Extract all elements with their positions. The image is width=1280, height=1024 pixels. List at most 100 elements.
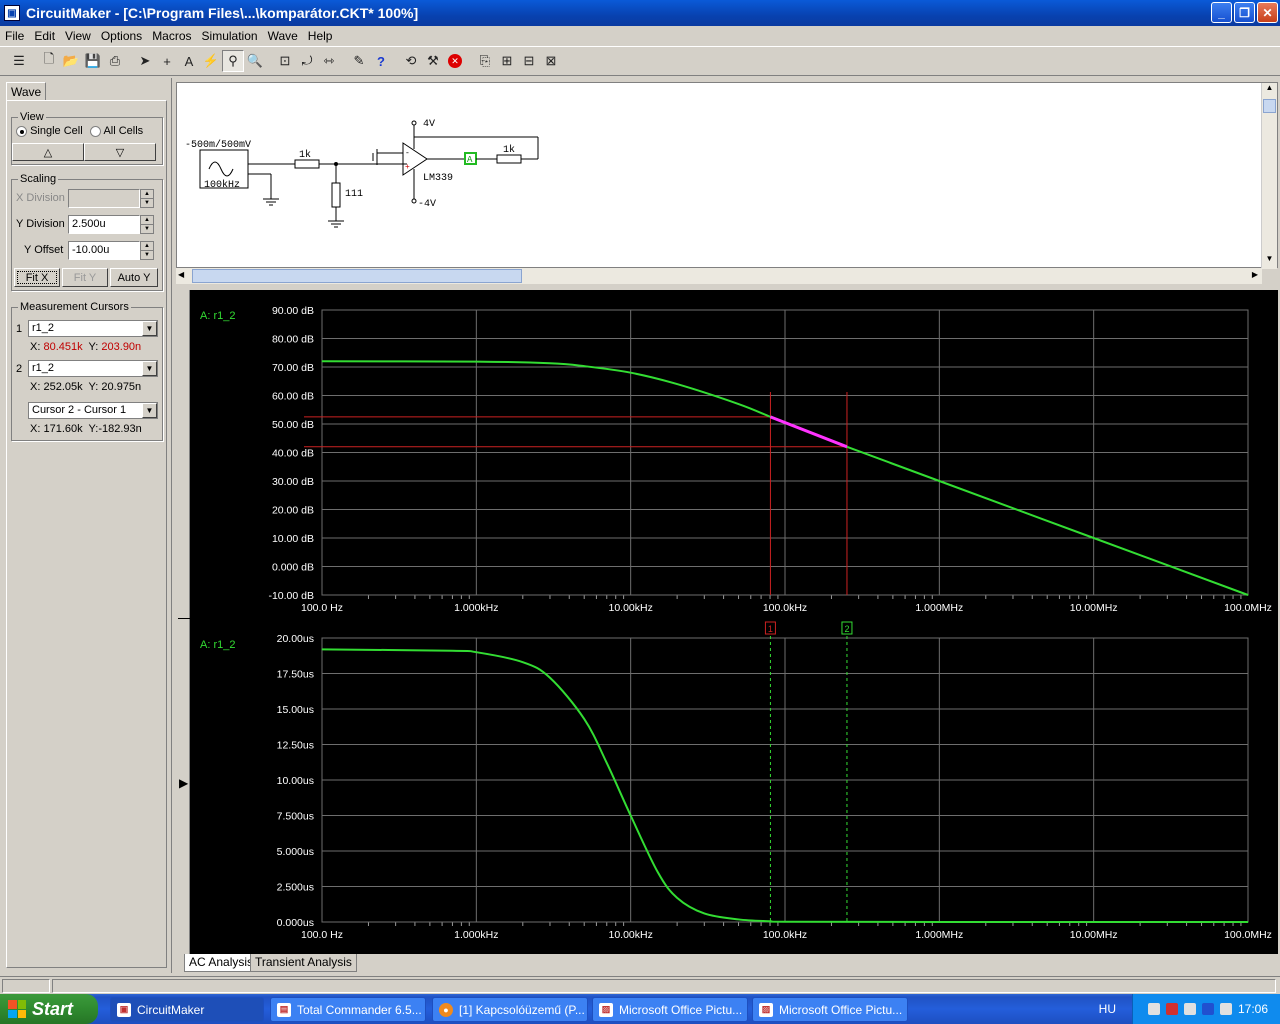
start-button[interactable]: Start: [0, 994, 98, 1024]
y-tick-label: 90.00 dB: [272, 305, 314, 317]
cursor2-y: 20.975n: [101, 381, 142, 393]
export-icon[interactable]: ⎘: [474, 50, 496, 72]
y-division-spinner[interactable]: ▲ ▼: [140, 215, 154, 234]
schematic-canvas[interactable]: -500m/500mV 100kHz 1k 111 - + 4V -4V LM33…: [176, 82, 1278, 269]
language-indicator[interactable]: HU: [1099, 1002, 1116, 1016]
menu-simulation[interactable]: Simulation: [197, 29, 263, 43]
open-folder-icon[interactable]: 📂: [60, 50, 82, 72]
stop-icon[interactable]: ✕: [444, 50, 466, 72]
network-icon[interactable]: [1147, 1003, 1160, 1015]
task-picture-manager-2[interactable]: ▨ Microsoft Office Pictu...: [752, 997, 908, 1022]
single-cell-radio[interactable]: [16, 125, 27, 137]
x-tick-label: 1.000MHz: [915, 602, 963, 614]
tab-ac-analysis[interactable]: AC Analysis: [184, 954, 259, 972]
menu-view[interactable]: View: [60, 29, 96, 43]
cursor-diff-select[interactable]: Cursor 2 - Cursor 1 ▼: [28, 402, 158, 419]
system-tray: 17:06: [1132, 994, 1280, 1024]
waveform-plots[interactable]: 100.0 Hz 1.000kHz 10.00kHz 100.0kHz 1.000MHz…: [190, 290, 1278, 954]
mirror-icon[interactable]: ⇿: [318, 50, 340, 72]
all-cells-radio[interactable]: [90, 125, 101, 137]
data-point: [630, 815, 632, 816]
minimize-button[interactable]: _: [1211, 2, 1232, 23]
task-picture-manager-1[interactable]: ▨ Microsoft Office Pictu...: [592, 997, 748, 1022]
wave-split-icon[interactable]: ⊟: [518, 50, 540, 72]
app-icon[interactable]: ▣: [4, 5, 20, 21]
vscroll-thumb[interactable]: [1263, 99, 1276, 113]
all-cells-option[interactable]: All Cells: [90, 125, 143, 137]
taskbar: Start ▣ CircuitMaker ▤ Total Commander 6.5…: [0, 994, 1280, 1024]
task-circuitmaker[interactable]: ▣ CircuitMaker: [110, 997, 264, 1022]
volume-icon[interactable]: [1183, 1003, 1196, 1015]
help-icon[interactable]: ?: [370, 50, 392, 72]
scroll-up-icon[interactable]: ▲: [1262, 83, 1277, 98]
close-button[interactable]: ✕: [1257, 2, 1278, 23]
cursor2-signal-select[interactable]: r1_2 ▼: [28, 360, 158, 377]
tab-wave[interactable]: Wave: [6, 82, 46, 101]
menu-help[interactable]: Help: [303, 29, 338, 43]
menu-options[interactable]: Options: [96, 29, 147, 43]
schematic-hscrollbar[interactable]: ◀ ▶: [176, 268, 1262, 284]
analysis-setup-icon[interactable]: ✎: [348, 50, 370, 72]
x-division-spinner[interactable]: ▲ ▼: [140, 189, 154, 208]
data-point: [549, 677, 551, 679]
step-icon[interactable]: ⚒: [422, 50, 444, 72]
menu-macros[interactable]: Macros: [147, 29, 196, 43]
y-offset-field[interactable]: -10.00u: [68, 241, 140, 260]
menu-edit[interactable]: Edit: [29, 29, 60, 43]
wave-window-icon[interactable]: ⊞: [496, 50, 518, 72]
plot-side-bar: ▶: [176, 290, 190, 954]
x-division-field[interactable]: [68, 189, 140, 208]
y-offset-spinner[interactable]: ▲ ▼: [140, 241, 154, 260]
tile-icon[interactable]: ☰: [8, 50, 30, 72]
rotate-icon[interactable]: ⤾: [296, 50, 318, 72]
resistor-r1[interactable]: [294, 159, 320, 169]
y-division-field[interactable]: 2.500u: [68, 215, 140, 234]
scroll-right-icon[interactable]: ▶: [1252, 270, 1258, 279]
reset-icon[interactable]: ⟲: [400, 50, 422, 72]
text-tool-icon[interactable]: A: [178, 50, 200, 72]
cell-up-button[interactable]: △: [12, 143, 84, 161]
help-tray-icon[interactable]: [1219, 1003, 1232, 1015]
menu-file[interactable]: File: [0, 29, 29, 43]
x-division-label: X Division: [16, 192, 65, 204]
cursor1-signal-select[interactable]: r1_2 ▼: [28, 320, 158, 337]
diff-x: 171.60k: [43, 423, 83, 435]
resistor-r3[interactable]: [496, 154, 522, 164]
print-icon[interactable]: ⎙: [104, 50, 126, 72]
window-title: CircuitMaker - [C:\Program Files\...\kom…: [26, 5, 419, 21]
task-total-commander[interactable]: ▤ Total Commander 6.5...: [270, 997, 426, 1022]
wire-tool-icon[interactable]: +: [156, 50, 178, 72]
cell-down-button[interactable]: ▽: [84, 143, 156, 161]
opamp-label: LM339: [423, 173, 453, 184]
probe-tool-icon[interactable]: ⚲: [222, 50, 244, 72]
svg-text:-: -: [405, 149, 410, 158]
new-file-icon[interactable]: 🗋: [38, 50, 60, 72]
wave-tile-icon[interactable]: ⊠: [540, 50, 562, 72]
single-cell-option[interactable]: Single Cell: [16, 125, 83, 137]
save-icon[interactable]: 💾: [82, 50, 104, 72]
fit-y-button[interactable]: Fit Y: [62, 268, 108, 287]
resistor-r2[interactable]: [331, 182, 341, 208]
auto-y-button[interactable]: Auto Y: [110, 268, 158, 287]
x-tick-label: 100.0MHz: [1224, 929, 1272, 941]
fit-x-button[interactable]: Fit X: [14, 268, 60, 287]
menu-wave[interactable]: Wave: [263, 29, 303, 43]
scroll-left-icon[interactable]: ◀: [178, 270, 184, 279]
zoom-fit-icon[interactable]: ⊡: [274, 50, 296, 72]
restore-button[interactable]: ❐: [1234, 2, 1255, 23]
scroll-down-icon[interactable]: ▼: [1262, 254, 1277, 269]
cursor1-x: 80.451k: [43, 341, 83, 353]
waveform-area[interactable]: 100.0 Hz 1.000kHz 10.00kHz 100.0kHz 1.000MHz…: [190, 290, 1278, 954]
hscroll-thumb[interactable]: [192, 269, 522, 283]
arrow-tool-icon[interactable]: ➤: [134, 50, 156, 72]
security-shield-icon[interactable]: [1165, 1003, 1178, 1015]
floppy-icon: ▤: [277, 1002, 291, 1017]
schematic-vscrollbar[interactable]: ▲ ▼: [1261, 83, 1277, 269]
y-tick-label: 17.50us: [277, 669, 314, 681]
picture-manager-icon: ▨: [599, 1002, 613, 1017]
tab-transient-analysis[interactable]: Transient Analysis: [250, 954, 357, 972]
digital-probe-icon[interactable]: ⚡: [200, 50, 222, 72]
bluetooth-icon[interactable]: [1201, 1003, 1214, 1015]
zoom-icon[interactable]: 🔍: [244, 50, 266, 72]
task-firefox[interactable]: ● [1] Kapcsolóüzemű (P...: [432, 997, 588, 1022]
